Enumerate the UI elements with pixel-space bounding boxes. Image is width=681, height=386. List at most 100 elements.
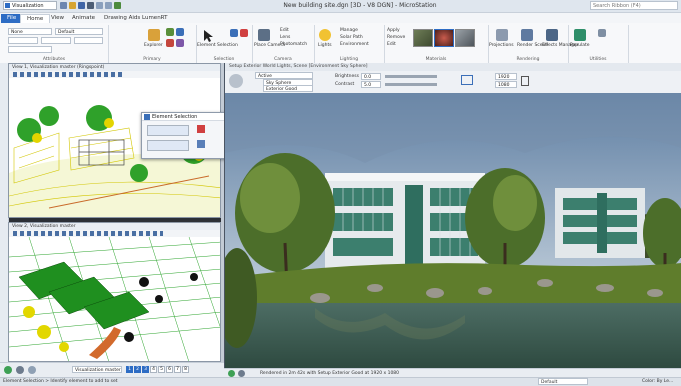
lights-label: Lights	[318, 43, 332, 48]
render-window-title: Setup Exterior World Lights, Scene [Envi…	[225, 63, 681, 71]
camera-icon[interactable]	[258, 29, 270, 41]
environment-item[interactable]: Environment	[340, 42, 369, 47]
light-setup-combo[interactable]: Active	[255, 72, 313, 79]
save-icon[interactable]	[78, 2, 85, 9]
render-icon[interactable]	[229, 74, 243, 88]
style-combo[interactable]: Default	[55, 28, 103, 35]
brightness-input[interactable]: 0.0	[361, 73, 381, 80]
view-button-4[interactable]: 4	[150, 366, 157, 373]
title-bar: Visualization New building site.dgn [3D …	[0, 0, 681, 13]
material-swatch-1-icon[interactable]	[413, 29, 433, 47]
clear-selection-icon[interactable]	[197, 125, 205, 133]
explorer-icon[interactable]	[148, 29, 160, 41]
render-settings-toolbar: Active Sky Sphere Exterior Good Brightne…	[225, 71, 681, 94]
view-1-tool-icons[interactable]	[13, 72, 123, 77]
view-button-7[interactable]: 7	[174, 366, 181, 373]
pin-icon[interactable]	[114, 2, 121, 9]
material-swatch-2-icon[interactable]	[434, 29, 454, 47]
active-level-combo[interactable]: Default	[538, 378, 588, 385]
width-input[interactable]: 1920	[495, 73, 517, 80]
height-input[interactable]: 1080	[495, 81, 517, 88]
tab-lumenrt[interactable]: LumenRT	[136, 14, 173, 23]
view-2-window[interactable]: View 2, Visualization master	[8, 222, 221, 362]
view-1-title: View 1, Visualization master (Ringspoint…	[9, 64, 220, 71]
render-preset-combo[interactable]: Exterior Good	[263, 85, 313, 92]
linestyle-combo[interactable]	[8, 46, 52, 53]
lighting-group: Lights Manage Solar Path Environment Lig…	[314, 25, 385, 63]
solar-path-item[interactable]: Solar Path	[340, 35, 363, 40]
view-button-1[interactable]: 1	[126, 366, 133, 373]
apply-material-item[interactable]: Apply	[387, 28, 400, 33]
window-title: New building site.dgn [3D - V8 DGN] - Mi…	[283, 2, 437, 9]
selection-mode-toolbar[interactable]	[147, 140, 189, 151]
view-number-buttons: 1 2 3 4 5 6 7 8	[126, 366, 189, 373]
models-icon[interactable]	[176, 28, 184, 36]
effects-manager-icon[interactable]	[546, 29, 558, 41]
select-all-icon[interactable]	[230, 29, 238, 37]
rendered-scene-image	[225, 93, 681, 368]
raster-icon[interactable]	[176, 39, 184, 47]
materials-group-label: Materials	[425, 57, 447, 62]
view-control-icon[interactable]	[228, 370, 235, 377]
primary-group-label: Primary	[143, 57, 161, 62]
attributes-group-label: Attributes	[42, 57, 66, 62]
select-all-icon[interactable]	[197, 140, 205, 148]
references-icon[interactable]	[166, 39, 174, 47]
view-options-icon[interactable]	[238, 370, 245, 377]
element-selection-label: Element Selection	[197, 43, 238, 48]
camera-photomatch-item[interactable]: Photomatch	[280, 42, 307, 47]
model-combo[interactable]: Visualization master	[72, 366, 122, 373]
color-combo[interactable]	[8, 37, 38, 44]
view-button-3[interactable]: 3	[142, 366, 149, 373]
view-2-wireframe-canvas[interactable]	[9, 237, 221, 362]
effects-manager-label: Effects Manager	[542, 43, 579, 48]
view-control-icon[interactable]	[4, 366, 12, 374]
camera-edit-item[interactable]: Edit	[280, 28, 289, 33]
camera-group: Place Camera Edit Lens Photomatch Camera	[252, 25, 315, 63]
level-combo[interactable]: None	[8, 28, 52, 35]
brightness-slider[interactable]	[385, 75, 437, 78]
open-file-icon[interactable]	[69, 2, 76, 9]
utility-tool-icon[interactable]	[598, 29, 606, 37]
transparency-combo[interactable]	[74, 37, 103, 44]
workflow-selector[interactable]: Visualization	[3, 1, 57, 10]
view-attributes-icon[interactable]	[28, 366, 36, 374]
display-icon[interactable]	[461, 75, 473, 85]
render-window: Setup Exterior World Lights, Scene [Envi…	[224, 63, 681, 368]
dialog-app-icon	[144, 114, 150, 120]
populate-icon[interactable]	[574, 29, 586, 41]
utilities-group: Populate Utilities	[568, 25, 629, 63]
level-display-icon[interactable]	[166, 28, 174, 36]
ribbon-search-input[interactable]: Search Ribbon (F4)	[590, 1, 678, 10]
material-swatch-3-icon[interactable]	[455, 29, 475, 47]
view-button-2[interactable]: 2	[134, 366, 141, 373]
clear-selection-icon[interactable]	[240, 29, 248, 37]
manage-lights-item[interactable]: Manage	[340, 28, 358, 33]
undo-icon[interactable]	[96, 2, 103, 9]
pointer-arrow-icon[interactable]	[202, 29, 214, 42]
microstation-logo-icon	[5, 3, 10, 8]
contrast-slider[interactable]	[385, 83, 437, 86]
weight-combo[interactable]	[41, 37, 71, 44]
view-2-tool-icons[interactable]	[13, 231, 163, 236]
remove-material-item[interactable]: Remove	[387, 35, 405, 40]
print-icon[interactable]	[87, 2, 94, 9]
contrast-input[interactable]: 5.0	[361, 81, 381, 88]
view-options-icon[interactable]	[16, 366, 24, 374]
tab-animate[interactable]: Animate	[66, 14, 101, 23]
view-button-8[interactable]: 8	[182, 366, 189, 373]
view-button-5[interactable]: 5	[158, 366, 165, 373]
edit-material-item[interactable]: Edit	[387, 42, 396, 47]
render-scene-icon[interactable]	[521, 29, 533, 41]
ribbon: None Default Attributes Explorer Primary…	[0, 23, 681, 64]
redo-icon[interactable]	[105, 2, 112, 9]
projections-icon[interactable]	[496, 29, 508, 41]
camera-lens-item[interactable]: Lens	[280, 35, 290, 40]
lock-aspect-icon[interactable]	[521, 76, 529, 86]
lights-icon[interactable]	[319, 29, 331, 41]
selection-group: Element Selection Selection	[196, 25, 253, 63]
view-button-6[interactable]: 6	[166, 366, 173, 373]
ribbon-tab-bar: File Home View Animate Drawing Aids Lume…	[0, 13, 681, 24]
new-file-icon[interactable]	[60, 2, 67, 9]
selection-method-toolbar[interactable]	[147, 125, 189, 136]
